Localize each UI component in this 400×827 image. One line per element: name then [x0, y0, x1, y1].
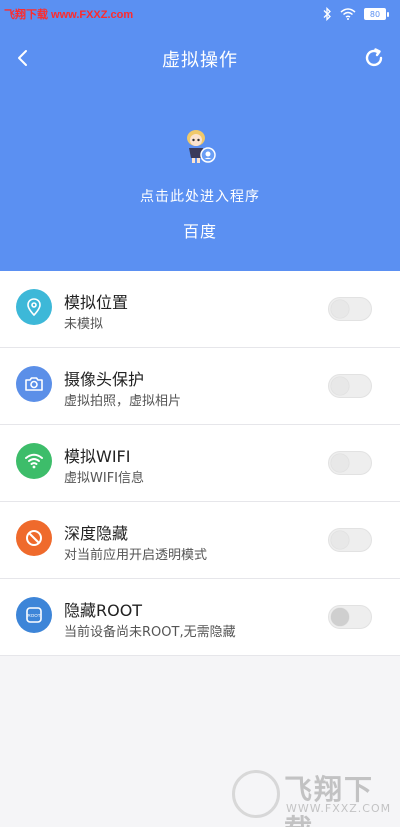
location-toggle[interactable] [328, 297, 372, 321]
item-subtitle: 未模拟 [64, 317, 104, 332]
wifi-toggle[interactable] [328, 451, 372, 475]
list-item-location[interactable]: 模拟位置 未模拟 [0, 271, 400, 348]
toggle-knob [331, 300, 349, 318]
list-item-deep-hide[interactable]: 深度隐藏 对当前应用开启透明模式 [0, 502, 400, 579]
wifi-icon [16, 443, 52, 479]
location-pin-icon [16, 289, 52, 325]
battery-icon: 80 [364, 8, 389, 20]
item-title: 隐藏ROOT [64, 601, 143, 620]
wifi-signal-icon [340, 8, 356, 20]
watermark-circle-icon [232, 770, 280, 818]
header-panel: 飞翔下载 www.FXXZ.com 80 虚拟操作 点击此处进入程序 百度 [0, 0, 400, 271]
item-title: 模拟位置 [64, 293, 129, 312]
toggle-knob [331, 454, 349, 472]
camera-icon [16, 366, 52, 402]
toggle-knob [331, 531, 349, 549]
app-name: 百度 [182, 222, 217, 241]
enter-program-text[interactable]: 点击此处进入程序 [0, 186, 400, 206]
item-subtitle: 虚拟拍照，虚拟相片 [64, 394, 182, 409]
feature-list: 模拟位置 未模拟 摄像头保护 虚拟拍照，虚拟相片 模拟WIFI 虚拟WIFI信息 [0, 271, 400, 656]
watermark-big-text: 飞翔下载 [284, 773, 375, 827]
status-bar: 飞翔下载 www.FXXZ.com 80 [0, 0, 400, 28]
list-item-hide-root[interactable]: ROOT 隐藏ROOT 当前设备尚未ROOT,无需隐藏 [0, 579, 400, 656]
toggle-knob [331, 608, 349, 626]
item-subtitle: 虚拟WIFI信息 [64, 471, 144, 486]
nav-bar: 虚拟操作 [0, 36, 400, 80]
item-subtitle: 对当前应用开启透明模式 [64, 548, 208, 563]
item-title: 模拟WIFI [64, 447, 131, 466]
refresh-button[interactable] [362, 46, 386, 70]
item-title: 摄像头保护 [64, 370, 145, 389]
hide-root-toggle[interactable] [328, 605, 372, 629]
item-subtitle: 当前设备尚未ROOT,无需隐藏 [64, 625, 236, 640]
list-item-wifi[interactable]: 模拟WIFI 虚拟WIFI信息 [0, 425, 400, 502]
toggle-knob [331, 377, 349, 395]
battery-level: 80 [369, 9, 381, 19]
root-chip-icon: ROOT [16, 597, 52, 633]
watermark-small-text: WWW.FXXZ.COM [286, 802, 392, 815]
watermark-logo: 飞翔下载 WWW.FXXZ.COM [232, 768, 392, 827]
camera-toggle[interactable] [328, 374, 372, 398]
deep-hide-toggle[interactable] [328, 528, 372, 552]
list-item-camera[interactable]: 摄像头保护 虚拟拍照，虚拟相片 [0, 348, 400, 425]
status-icons: 80 [322, 6, 389, 22]
svg-text:ROOT: ROOT [28, 613, 41, 618]
item-title: 深度隐藏 [64, 524, 129, 543]
prohibited-icon [16, 520, 52, 556]
page-title: 虚拟操作 [162, 50, 238, 71]
app-avatar-icon[interactable] [180, 126, 220, 166]
watermark-text: 飞翔下载 www.FXXZ.com [4, 9, 134, 21]
bluetooth-icon [323, 7, 331, 21]
